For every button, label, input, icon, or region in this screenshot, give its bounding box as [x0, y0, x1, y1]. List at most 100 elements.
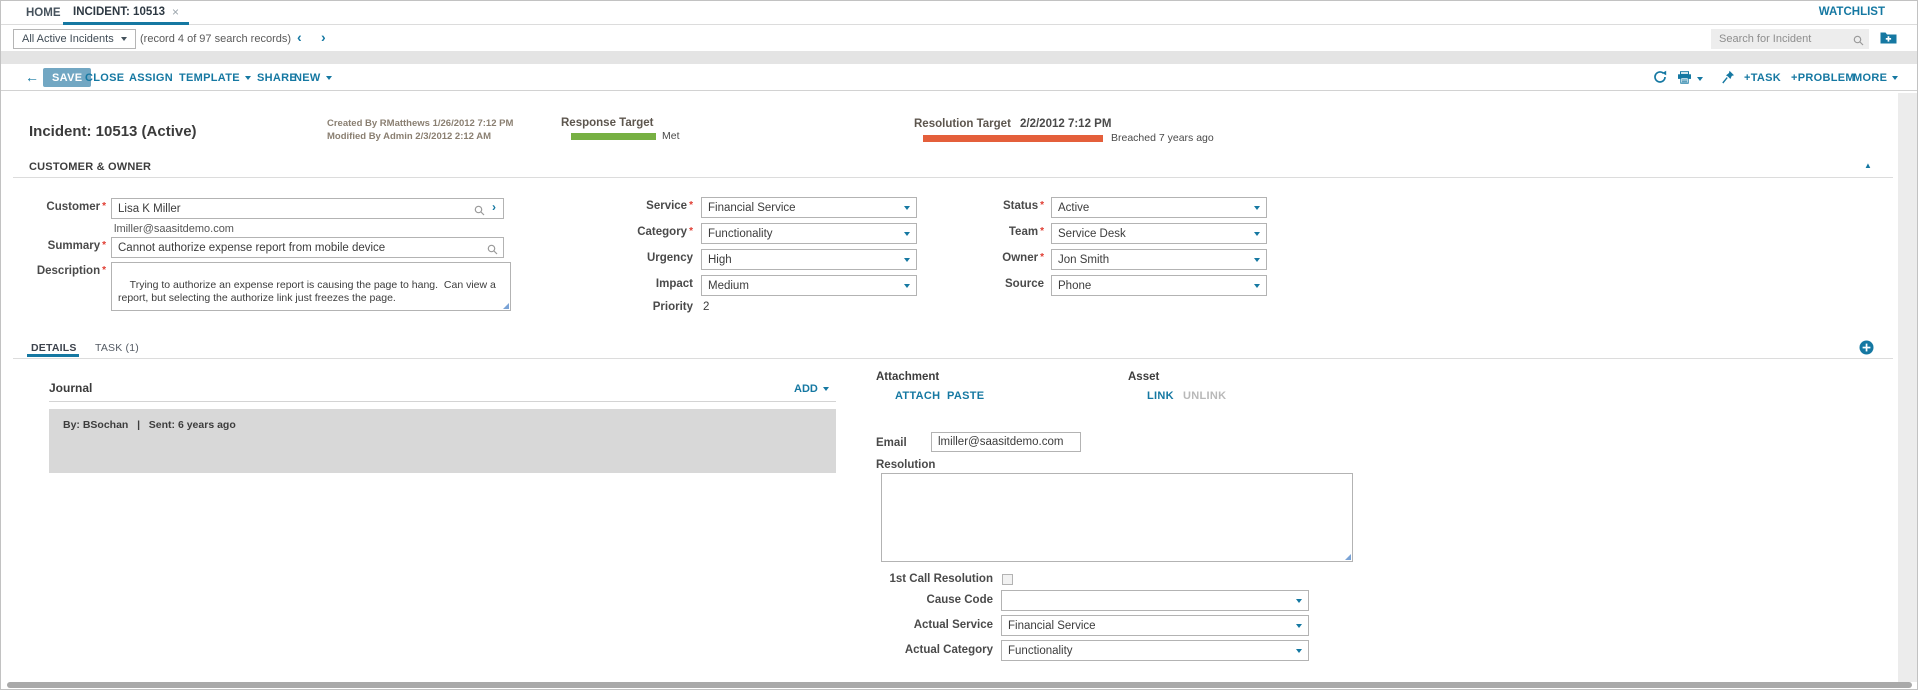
pin-icon[interactable]	[1722, 70, 1735, 84]
paste-button[interactable]: PASTE	[947, 390, 984, 402]
more-button[interactable]: MORE	[1853, 72, 1898, 84]
collapse-section-icon[interactable]: ▲	[1864, 161, 1872, 170]
template-label: TEMPLATE	[179, 72, 240, 84]
category-label: Category	[593, 226, 693, 238]
chevron-down-icon	[245, 76, 251, 80]
toolbar: ← SAVE CLOSE ASSIGN TEMPLATE SHARE NEW +…	[1, 64, 1917, 91]
customer-email-text: lmiller@saasitdemo.com	[114, 223, 234, 235]
summary-field[interactable]	[111, 237, 504, 258]
filter-row: All Active Incidents (record 4 of 97 sea…	[1, 26, 1917, 51]
owner-value: Jon Smith	[1058, 254, 1109, 266]
asset-title: Asset	[1128, 371, 1159, 383]
back-arrow-icon[interactable]: ←	[25, 69, 39, 85]
vertical-scrollbar[interactable]	[1898, 93, 1918, 682]
chevron-down-icon	[1254, 284, 1260, 288]
status-dropdown[interactable]: Active	[1051, 197, 1267, 218]
service-dropdown[interactable]: Financial Service	[701, 197, 917, 218]
chevron-down-icon	[326, 76, 332, 80]
description-field[interactable]: Trying to authorize an expense report is…	[111, 262, 511, 311]
resize-handle[interactable]	[503, 303, 509, 309]
priority-label: Priority	[593, 301, 693, 313]
tab-incident-label: INCIDENT: 10513	[73, 6, 165, 18]
cause-code-label: Cause Code	[823, 594, 993, 606]
urgency-dropdown[interactable]: High	[701, 249, 917, 270]
cause-code-dropdown[interactable]	[1001, 590, 1309, 611]
response-target-bar	[571, 133, 656, 140]
category-value: Functionality	[708, 228, 773, 240]
chevron-down-icon	[1296, 624, 1302, 628]
resolution-target-datetime: 2/2/2012 7:12 PM	[1020, 118, 1111, 130]
attach-button[interactable]: ATTACH	[895, 390, 940, 402]
team-dropdown[interactable]: Service Desk	[1051, 223, 1267, 244]
response-target-label: Response Target	[561, 117, 653, 129]
resolution-label: Resolution	[876, 459, 956, 471]
customer-label: Customer	[11, 201, 106, 213]
search-icon[interactable]	[487, 242, 498, 260]
horizontal-scrollbar[interactable]	[7, 682, 1912, 688]
chevron-down-icon	[823, 387, 829, 391]
summary-label: Summary	[11, 240, 106, 252]
chevron-down-icon	[1254, 232, 1260, 236]
prev-record-icon[interactable]: ‹	[297, 29, 302, 45]
email-field[interactable]	[931, 432, 1081, 452]
source-label: Source	[944, 278, 1044, 290]
template-button[interactable]: TEMPLATE	[179, 72, 251, 84]
assign-button[interactable]: ASSIGN	[129, 72, 173, 84]
resolution-target-status: Breached 7 years ago	[1111, 132, 1214, 144]
first-call-resolution-label: 1st Call Resolution	[823, 573, 993, 585]
owner-label: Owner	[944, 252, 1044, 264]
print-button[interactable]	[1677, 71, 1703, 87]
resize-handle[interactable]	[1345, 554, 1351, 560]
category-dropdown[interactable]: Functionality	[701, 223, 917, 244]
tab-task[interactable]: TASK (1)	[95, 342, 139, 354]
share-button[interactable]: SHARE	[257, 72, 297, 84]
new-button[interactable]: NEW	[294, 72, 332, 84]
chevron-down-icon	[1892, 76, 1898, 80]
priority-value: 2	[703, 301, 709, 313]
first-call-resolution-checkbox[interactable]	[1002, 574, 1013, 585]
actual-category-dropdown[interactable]: Functionality	[1001, 640, 1309, 661]
section-divider	[13, 177, 1893, 178]
chevron-down-icon	[904, 258, 910, 262]
search-icon[interactable]	[474, 203, 485, 221]
next-record-icon[interactable]: ›	[321, 29, 326, 45]
owner-dropdown[interactable]: Jon Smith	[1051, 249, 1267, 270]
email-label: Email	[876, 437, 916, 449]
add-task-button[interactable]: +TASK	[1744, 72, 1781, 84]
customer-field[interactable]	[111, 198, 504, 219]
impact-dropdown[interactable]: Medium	[701, 275, 917, 296]
journal-title: Journal	[49, 381, 92, 395]
chevron-down-icon	[1296, 599, 1302, 603]
new-label: NEW	[294, 72, 321, 84]
asset-link-button[interactable]: LINK	[1147, 390, 1174, 402]
plus-circle-icon[interactable]	[1859, 340, 1874, 360]
chevron-down-icon	[121, 37, 127, 41]
journal-add-button[interactable]: ADD	[794, 383, 829, 395]
section-title-customer-owner: CUSTOMER & OWNER	[29, 161, 151, 173]
team-value: Service Desk	[1058, 228, 1126, 240]
search-input[interactable]	[1711, 29, 1869, 49]
watchlist-link[interactable]: WATCHLIST	[1819, 6, 1885, 18]
close-button[interactable]: CLOSE	[85, 72, 124, 84]
tab-bar: HOME INCIDENT: 10513 × WATCHLIST	[1, 1, 1917, 25]
folder-add-icon[interactable]	[1880, 31, 1897, 49]
tab-incident[interactable]: INCIDENT: 10513 ×	[63, 1, 189, 25]
resolution-field[interactable]	[881, 473, 1353, 562]
chevron-down-icon	[904, 206, 910, 210]
close-icon[interactable]: ×	[172, 5, 179, 19]
search-icon[interactable]	[1853, 33, 1864, 51]
refresh-icon[interactable]	[1653, 70, 1667, 84]
journal-entry-row[interactable]: By: BSochan | Sent: 6 years ago	[49, 409, 836, 473]
saved-search-value: All Active Incidents	[22, 33, 114, 45]
tab-home[interactable]: HOME	[26, 1, 61, 25]
add-problem-button[interactable]: +PROBLEM	[1791, 72, 1855, 84]
chevron-down-icon	[904, 232, 910, 236]
actual-service-dropdown[interactable]: Financial Service	[1001, 615, 1309, 636]
asset-unlink-button[interactable]: UNLINK	[1183, 390, 1226, 402]
divider-band	[1, 51, 1917, 64]
response-target-status: Met	[662, 130, 680, 142]
tab-details[interactable]: DETAILS	[31, 342, 77, 354]
saved-search-dropdown[interactable]: All Active Incidents	[13, 29, 136, 49]
source-dropdown[interactable]: Phone	[1051, 275, 1267, 296]
goto-record-icon[interactable]: ›	[492, 200, 496, 214]
